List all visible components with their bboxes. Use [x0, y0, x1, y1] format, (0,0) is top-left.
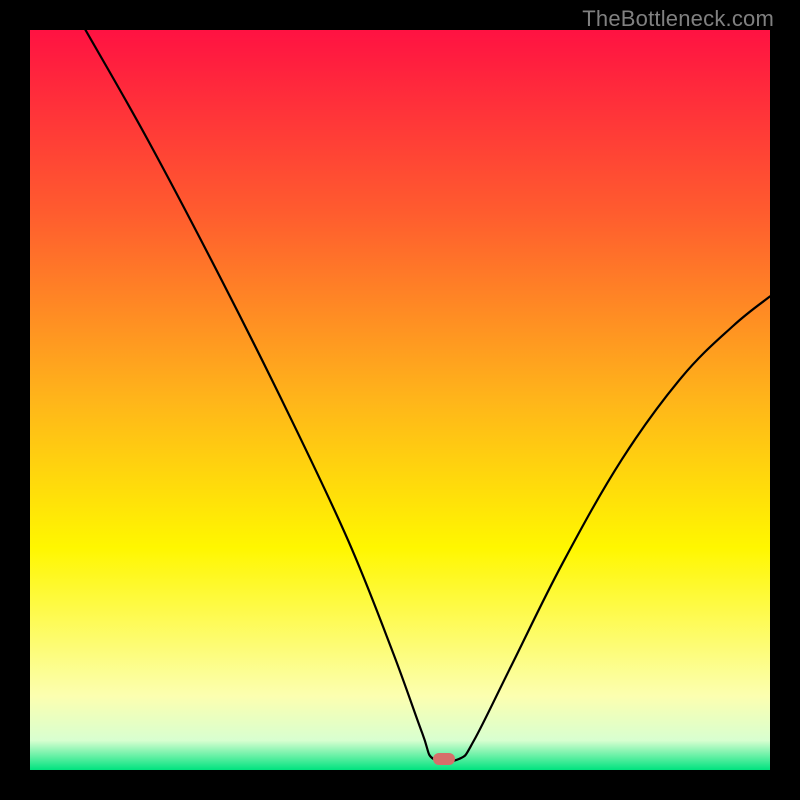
plot-area — [30, 30, 770, 770]
optimal-point-marker — [433, 753, 455, 765]
bottleneck-curve — [30, 30, 770, 770]
watermark-text: TheBottleneck.com — [582, 6, 774, 32]
chart-frame: TheBottleneck.com — [0, 0, 800, 800]
